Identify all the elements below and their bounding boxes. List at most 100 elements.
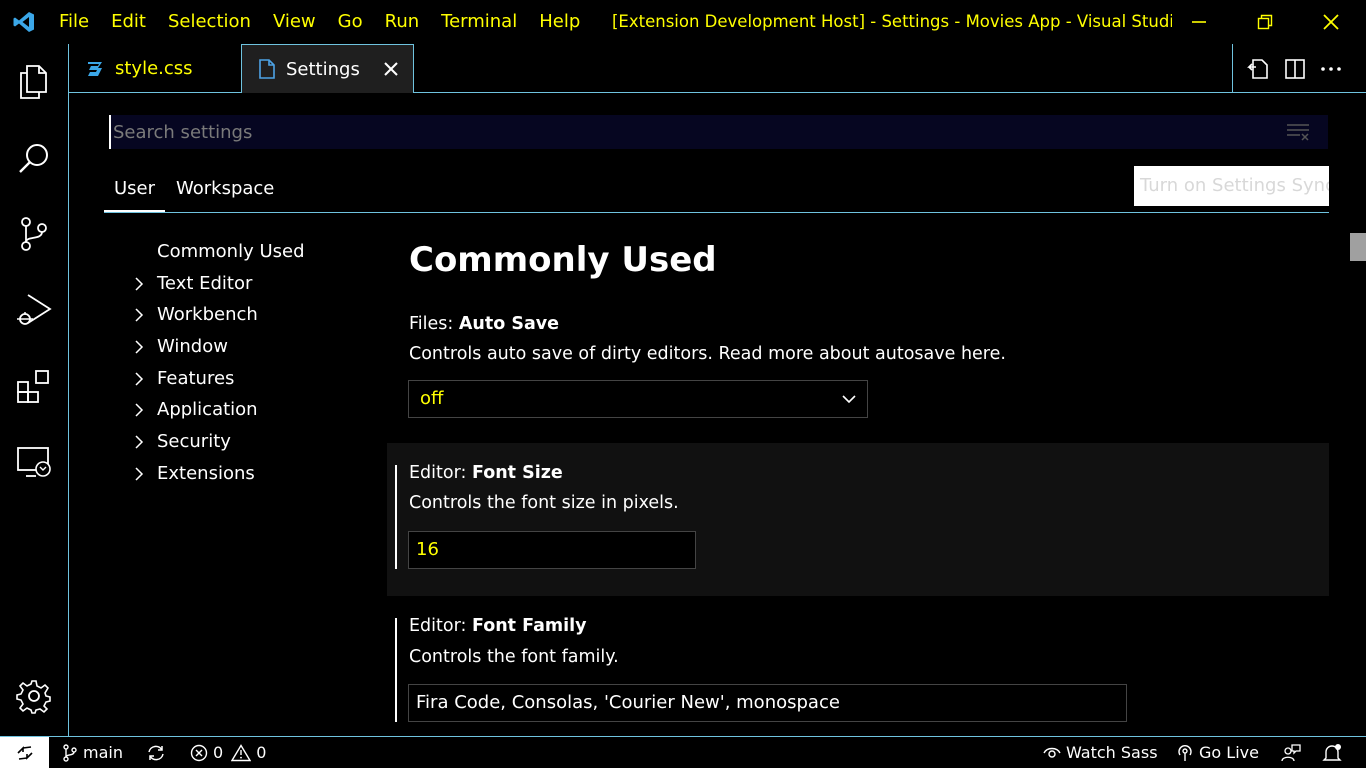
menu-edit[interactable]: Edit bbox=[100, 0, 157, 44]
warning-icon bbox=[231, 743, 252, 761]
chevron-right-icon bbox=[135, 372, 144, 386]
remote-icon bbox=[16, 745, 33, 760]
menu-help[interactable]: Help bbox=[528, 0, 591, 44]
go-live-button[interactable]: Go Live bbox=[1176, 737, 1259, 768]
menu-view[interactable]: View bbox=[262, 0, 327, 44]
notifications-button[interactable] bbox=[1322, 737, 1347, 768]
search-settings-input[interactable] bbox=[109, 115, 1269, 149]
error-count: 0 bbox=[213, 743, 224, 762]
css-icon bbox=[88, 61, 102, 76]
search-icon[interactable] bbox=[0, 120, 68, 196]
toc-label: Commonly Used bbox=[157, 241, 305, 262]
status-bar: main 0 0 Watch Sass Go Live bbox=[0, 736, 1366, 768]
setting-description: Controls the font size in pixels. bbox=[409, 493, 679, 513]
broadcast-icon bbox=[1178, 744, 1192, 761]
setting-editor-font-size: Editor: Font Size Controls the font size… bbox=[387, 443, 1329, 596]
minimize-icon bbox=[1192, 21, 1206, 23]
feedback-button[interactable] bbox=[1281, 737, 1306, 768]
chevron-right-icon bbox=[135, 340, 144, 354]
tab-label: Settings bbox=[286, 58, 360, 80]
toc-security[interactable]: Security bbox=[104, 426, 374, 458]
toc-commonly-used[interactable]: Commonly Used bbox=[104, 236, 374, 268]
menu-bar: File Edit Selection View Go Run Terminal… bbox=[48, 0, 591, 44]
sync-status[interactable] bbox=[146, 737, 171, 768]
tab-style-css[interactable]: style.css bbox=[69, 44, 242, 93]
toc-application[interactable]: Application bbox=[104, 394, 374, 426]
settings-content: Commonly Used Files: Auto Save Controls … bbox=[387, 230, 1329, 736]
minimize-button[interactable] bbox=[1166, 0, 1232, 44]
toc-features[interactable]: Features bbox=[104, 363, 374, 395]
close-icon bbox=[1323, 14, 1339, 30]
menu-terminal[interactable]: Terminal bbox=[430, 0, 528, 44]
chevron-right-icon bbox=[135, 308, 144, 322]
remote-explorer-icon[interactable] bbox=[0, 424, 68, 500]
menu-file[interactable]: File bbox=[48, 0, 100, 44]
source-control-icon[interactable] bbox=[0, 196, 68, 272]
settings-gear-icon[interactable] bbox=[0, 658, 68, 734]
git-branch-icon bbox=[63, 743, 77, 762]
sync-icon bbox=[148, 745, 164, 760]
setting-files-auto-save: Files: Auto Save Controls auto save of d… bbox=[387, 300, 1329, 440]
editor-actions bbox=[1232, 44, 1366, 93]
toc-label: Security bbox=[157, 431, 231, 453]
toc-extensions[interactable]: Extensions bbox=[104, 458, 374, 490]
vscode-logo-icon[interactable] bbox=[0, 0, 48, 44]
section-title: Commonly Used bbox=[409, 240, 717, 280]
tab-label: style.css bbox=[115, 58, 193, 79]
chevron-right-icon bbox=[135, 435, 144, 449]
close-window-button[interactable] bbox=[1298, 0, 1364, 44]
window-title: [Extension Development Host] - Settings … bbox=[612, 12, 1172, 31]
clear-filter-icon[interactable] bbox=[1286, 123, 1310, 141]
font-size-input[interactable]: 16 bbox=[408, 531, 696, 569]
toc-label: Extensions bbox=[157, 462, 255, 484]
auto-save-select[interactable]: off bbox=[408, 380, 868, 418]
remote-indicator-button[interactable] bbox=[0, 737, 49, 768]
setting-description: Controls the font family. bbox=[409, 647, 619, 667]
warning-count: 0 bbox=[256, 743, 267, 762]
more-actions-icon[interactable] bbox=[1318, 56, 1344, 82]
files-icon[interactable] bbox=[0, 44, 68, 120]
watch-sass-button[interactable]: Watch Sass bbox=[1043, 737, 1158, 768]
turn-on-settings-sync-button[interactable]: Turn on Settings Sync bbox=[1134, 166, 1329, 206]
toc-label: Workbench bbox=[157, 304, 258, 326]
branch-status[interactable]: main bbox=[62, 737, 123, 768]
settings-search-box bbox=[108, 114, 1329, 150]
restore-icon bbox=[1257, 14, 1273, 30]
extensions-icon[interactable] bbox=[0, 348, 68, 424]
font-family-input[interactable]: Fira Code, Consolas, 'Courier New', mono… bbox=[408, 684, 1127, 722]
eye-icon bbox=[1043, 747, 1061, 758]
file-icon bbox=[259, 59, 275, 79]
tab-settings[interactable]: Settings bbox=[242, 44, 414, 93]
tab-user[interactable]: User bbox=[104, 166, 165, 212]
toc-workbench[interactable]: Workbench bbox=[104, 299, 374, 331]
focus-indicator bbox=[395, 465, 397, 569]
menu-selection[interactable]: Selection bbox=[157, 0, 262, 44]
scrollbar-thumb[interactable] bbox=[1350, 233, 1366, 261]
select-value: off bbox=[420, 388, 444, 409]
go-live-label: Go Live bbox=[1199, 743, 1259, 762]
run-debug-icon[interactable] bbox=[0, 272, 68, 348]
problems-status[interactable]: 0 0 bbox=[190, 737, 266, 768]
toc-window[interactable]: Window bbox=[104, 331, 374, 363]
setting-title: Editor: Font Size bbox=[409, 463, 563, 483]
feedback-icon bbox=[1281, 743, 1301, 761]
title-bar: File Edit Selection View Go Run Terminal… bbox=[0, 0, 1366, 44]
settings-toc: Commonly Used Text Editor Workbench Wind… bbox=[104, 236, 374, 490]
autosave-docs-link[interactable]: here bbox=[961, 344, 1000, 364]
editor-tab-bar: style.css Settings bbox=[69, 44, 1366, 93]
branch-name: main bbox=[83, 743, 123, 762]
menu-go[interactable]: Go bbox=[327, 0, 374, 44]
chevron-down-icon bbox=[842, 395, 856, 404]
chevron-right-icon bbox=[135, 277, 144, 291]
menu-run[interactable]: Run bbox=[374, 0, 431, 44]
focus-indicator bbox=[395, 618, 397, 722]
toc-text-editor[interactable]: Text Editor bbox=[104, 268, 374, 300]
close-tab-icon[interactable] bbox=[381, 59, 401, 79]
setting-title: Editor: Font Family bbox=[409, 616, 587, 636]
restore-button[interactable] bbox=[1232, 0, 1298, 44]
toc-label: Features bbox=[157, 367, 235, 389]
open-settings-json-icon[interactable] bbox=[1245, 56, 1271, 82]
split-editor-icon[interactable] bbox=[1282, 56, 1308, 82]
tab-workspace[interactable]: Workspace bbox=[176, 166, 274, 212]
setting-title: Files: Auto Save bbox=[409, 314, 560, 334]
